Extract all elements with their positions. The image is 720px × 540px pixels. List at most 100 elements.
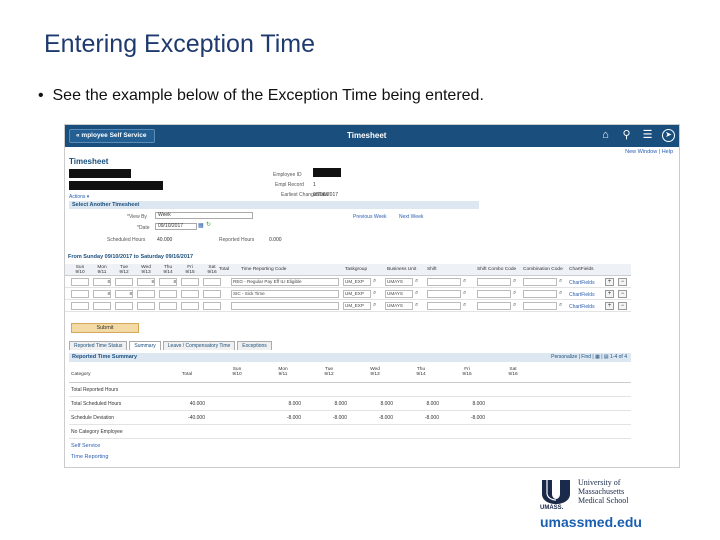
empl-record-label: Empl Record xyxy=(275,182,304,188)
new-window-link[interactable]: New Window xyxy=(625,149,657,155)
chartfields-link[interactable]: ChartFields xyxy=(569,292,595,298)
summary-grid-controls[interactable]: Personalize | Find | ▦ | ▤ 1-4 of 4 xyxy=(551,354,627,360)
delete-row-icon[interactable]: − xyxy=(618,302,627,310)
grid-column-header: Business Unit xyxy=(387,267,417,272)
lookup-icon[interactable]: ⌕ xyxy=(415,290,418,297)
lookup-icon[interactable]: ⌕ xyxy=(559,278,562,285)
hours-cell[interactable]: 8 xyxy=(93,278,111,286)
week-header: From Sunday 09/10/2017 to Saturday 09/16… xyxy=(68,254,194,260)
hours-cell[interactable] xyxy=(93,302,111,310)
chartfields-link[interactable]: ChartFields xyxy=(569,304,595,310)
trc-select[interactable]: REG - Regular Pay Eff ILI Eligible xyxy=(231,278,339,286)
hours-cell[interactable] xyxy=(181,302,199,310)
code-input[interactable] xyxy=(477,302,511,310)
actions-menu[interactable]: Actions ▾ xyxy=(69,194,89,200)
lookup-icon[interactable]: ⌕ xyxy=(513,290,516,297)
lookup-icon[interactable]: ⌕ xyxy=(415,278,418,285)
hours-cell[interactable] xyxy=(71,302,89,310)
lookup-icon[interactable]: ⌕ xyxy=(415,302,418,309)
view-by-select[interactable]: Week xyxy=(155,212,253,219)
lookup-icon[interactable]: ⌕ xyxy=(559,302,562,309)
previous-week-link[interactable]: Previous Week xyxy=(353,214,387,220)
tab-2[interactable]: Leave / Compensatory Time xyxy=(162,341,236,350)
tab-1[interactable]: Summary xyxy=(129,341,161,350)
hours-cell[interactable] xyxy=(137,290,155,298)
hours-cell[interactable] xyxy=(115,302,133,310)
menu-icon[interactable]: ☰ xyxy=(641,129,654,142)
search-icon[interactable]: ⚲ xyxy=(620,129,633,142)
refresh-icon[interactable]: ↻ xyxy=(206,221,211,228)
code-input[interactable] xyxy=(427,290,461,298)
summary-column-header: Category xyxy=(71,372,131,377)
business-unit-input[interactable]: UMAYS xyxy=(385,290,413,298)
hours-cell[interactable] xyxy=(181,278,199,286)
code-input[interactable] xyxy=(523,278,557,286)
time-reporting-link[interactable]: Time Reporting xyxy=(71,454,108,460)
submit-button[interactable]: Submit xyxy=(71,323,139,333)
next-week-link[interactable]: Next Week xyxy=(399,214,423,220)
business-unit-input[interactable]: UMAYS xyxy=(385,302,413,310)
lookup-icon[interactable]: ⌕ xyxy=(513,278,516,285)
taskgroup-input[interactable]: UM_EXP xyxy=(343,278,371,286)
trc-select[interactable] xyxy=(231,302,339,310)
taskgroup-input[interactable]: UM_EXP xyxy=(343,302,371,310)
lookup-icon[interactable]: ⌕ xyxy=(559,290,562,297)
chartfields-link[interactable]: ChartFields xyxy=(569,280,595,286)
help-link[interactable]: Help xyxy=(662,149,673,155)
code-input[interactable] xyxy=(427,302,461,310)
summary-column-header: Sun 9/10 xyxy=(219,367,255,377)
lookup-icon[interactable]: ⌕ xyxy=(373,302,376,309)
hours-cell[interactable] xyxy=(159,290,177,298)
navbar-icon[interactable]: ➤ xyxy=(662,129,675,142)
lookup-icon[interactable]: ⌕ xyxy=(463,290,466,297)
earliest-change-value: 08/06/2017 xyxy=(313,192,339,198)
timesheet-grid-header: Sun 9/10 Mon 9/11 Tue 9/12 Wed 9/13 Thu 9/14 Fri 9/… xyxy=(65,264,631,276)
delete-row-icon[interactable]: − xyxy=(618,278,627,286)
trc-select[interactable]: SIC - Sick Time xyxy=(231,290,339,298)
calendar-icon[interactable]: ▦ xyxy=(198,222,204,229)
home-icon[interactable]: ⌂ xyxy=(599,129,612,142)
grid-day-header: Thu 9/14 xyxy=(159,265,177,275)
add-row-icon[interactable]: + xyxy=(605,302,614,310)
reported-hours-value: 0.000 xyxy=(269,237,282,243)
lookup-icon[interactable]: ⌕ xyxy=(373,290,376,297)
tab-3[interactable]: Exceptions xyxy=(237,341,272,350)
hours-cell[interactable]: 8 xyxy=(137,278,155,286)
hours-cell[interactable] xyxy=(71,278,89,286)
summary-column-date: 9/13 xyxy=(370,372,380,377)
employee-self-service-button[interactable]: « mployee Self Service xyxy=(69,129,155,143)
hours-cell[interactable]: 8 xyxy=(159,278,177,286)
summary-column-date: 9/16 xyxy=(508,372,518,377)
code-input[interactable] xyxy=(477,278,511,286)
code-input[interactable] xyxy=(523,302,557,310)
code-input[interactable] xyxy=(477,290,511,298)
hours-cell[interactable]: 8 xyxy=(93,290,111,298)
grid-day-date: 9/12 xyxy=(119,270,129,275)
hours-cell[interactable] xyxy=(181,290,199,298)
code-input[interactable] xyxy=(427,278,461,286)
add-row-icon[interactable]: + xyxy=(605,290,614,298)
self-service-link[interactable]: Self Service xyxy=(71,443,100,449)
grid-column-header: Shift xyxy=(427,267,437,272)
taskgroup-input[interactable]: UM_EXP xyxy=(343,290,371,298)
umass-logo: University of Massachusetts Medical Scho… xyxy=(532,468,656,536)
lookup-icon[interactable]: ⌕ xyxy=(373,278,376,285)
tab-0[interactable]: Reported Time Status xyxy=(69,341,128,350)
delete-row-icon[interactable]: − xyxy=(618,290,627,298)
hours-cell[interactable]: 8 xyxy=(115,290,133,298)
summary-column-date: 9/14 xyxy=(416,372,426,377)
hours-cell[interactable] xyxy=(137,302,155,310)
hours-cell[interactable] xyxy=(115,278,133,286)
code-input[interactable] xyxy=(523,290,557,298)
business-unit-input[interactable]: UMAYS xyxy=(385,278,413,286)
lookup-icon[interactable]: ⌕ xyxy=(513,302,516,309)
hours-cell[interactable] xyxy=(159,302,177,310)
logo-url: umassmed.edu xyxy=(540,514,642,530)
lookup-icon[interactable]: ⌕ xyxy=(463,302,466,309)
grid-day-date: 9/10 xyxy=(75,270,85,275)
hours-cell[interactable] xyxy=(71,290,89,298)
date-input[interactable]: 09/10/2017 xyxy=(155,223,197,230)
add-row-icon[interactable]: + xyxy=(605,278,614,286)
scheduled-hours-value: 40.000 xyxy=(157,237,173,243)
lookup-icon[interactable]: ⌕ xyxy=(463,278,466,285)
